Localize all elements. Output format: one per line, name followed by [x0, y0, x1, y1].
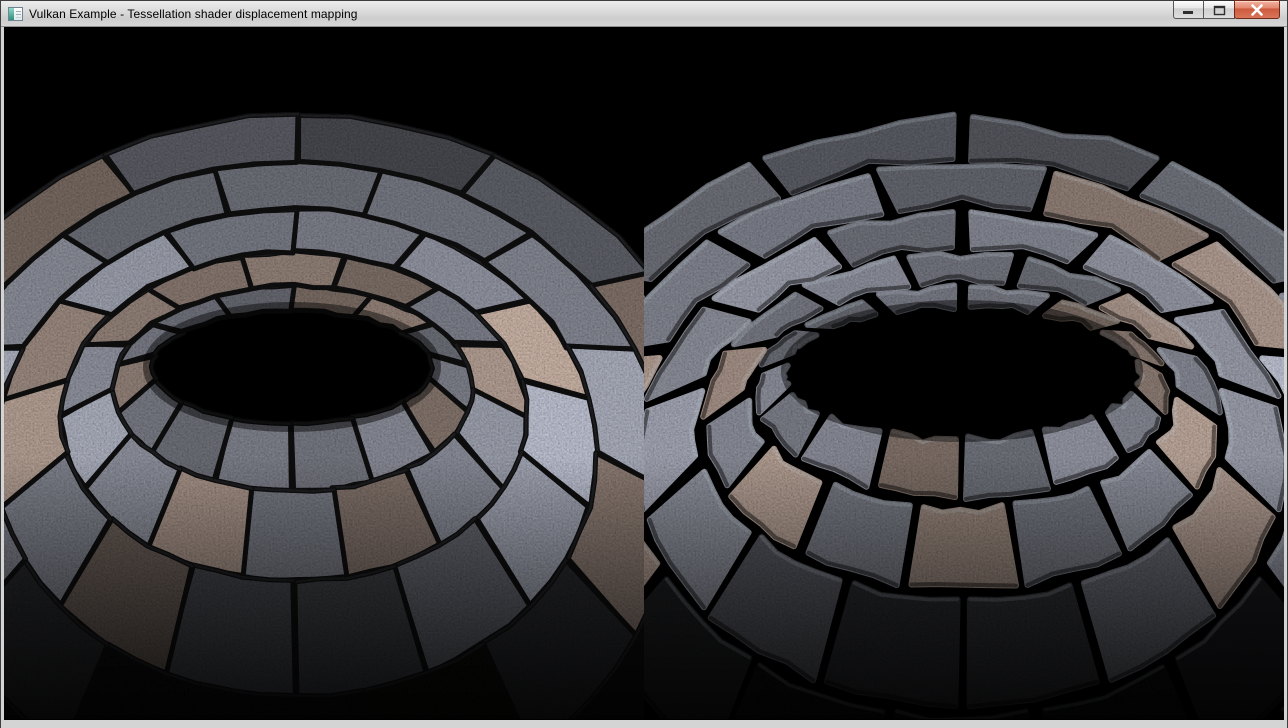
close-button[interactable]: [1234, 0, 1280, 19]
window-controls: [1174, 0, 1280, 19]
window-title: Vulkan Example - Tessellation shader dis…: [29, 1, 358, 27]
app-window: Vulkan Example - Tessellation shader dis…: [0, 0, 1288, 728]
maximize-button[interactable]: [1203, 0, 1235, 19]
maximize-icon: [1213, 4, 1226, 16]
titlebar[interactable]: Vulkan Example - Tessellation shader dis…: [1, 1, 1287, 27]
minimize-icon: [1182, 4, 1195, 15]
window-frame: [1, 27, 1287, 728]
window-icon[interactable]: [8, 7, 23, 21]
minimize-button[interactable]: [1173, 0, 1204, 19]
close-icon: [1250, 4, 1264, 16]
render-viewport[interactable]: [4, 27, 1284, 719]
